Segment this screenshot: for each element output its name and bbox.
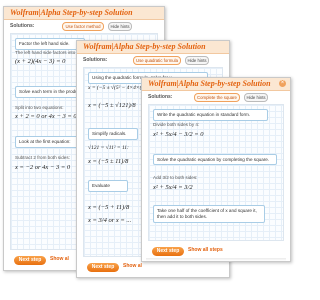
solutions-label: Solutions: <box>83 57 108 63</box>
hint-box: Write the quadratic equation in standard… <box>153 109 268 122</box>
panel-header: Wolfram|Alpha Step-by-step Solution <box>77 41 229 54</box>
hint-box: Factor the left hand side. <box>15 38 85 51</box>
step-math: x² + 5x/4 − 3/2 = 0 <box>153 131 204 138</box>
solutions-label: Solutions: <box>10 23 35 29</box>
step-math: (x + 2)(4x − 3) = 0 <box>15 58 66 65</box>
step-math: x = (−5 ± √121)/8 <box>88 102 136 109</box>
panel-title: Wolfram|Alpha Step-by-step Solution <box>148 79 271 88</box>
panel-header: Wolfram|Alpha Step-by-step Solution × <box>142 78 290 91</box>
step-math: x = 3/4 or x = ... <box>88 217 132 224</box>
close-icon[interactable]: × <box>279 80 286 87</box>
hint-box: Solve the quadratic equation by completi… <box>153 154 277 165</box>
step-math: x² + 5x/4 = 3/2 <box>153 184 193 191</box>
solution-panel-complete-square: Wolfram|Alpha Step-by-step Solution × So… <box>141 77 291 262</box>
solutions-bar: Solutions: Use quadratic formula Hide hi… <box>77 54 229 66</box>
method-select[interactable]: Complete the square <box>194 93 240 102</box>
step-text: Subtract 2 from both sides: <box>15 155 70 160</box>
panel-title: Wolfram|Alpha Step-by-step Solution <box>10 8 133 17</box>
step-math: x + 2 = 0 or 4x − 3 = 0 <box>15 113 77 120</box>
step-text: Divide both sides by 4: <box>153 122 200 127</box>
steps-area: Write the quadratic equation in standard… <box>148 104 284 241</box>
next-step-button[interactable]: Next step <box>87 263 119 272</box>
solutions-bar: Solutions: Use factor method Hide hints <box>4 20 164 32</box>
panel-title: Wolfram|Alpha Step-by-step Solution <box>83 42 206 51</box>
next-step-button[interactable]: Next step <box>152 247 184 256</box>
solutions-label: Solutions: <box>148 94 173 100</box>
step-math: x = (−5 + 11)/8 <box>88 204 130 211</box>
step-math: x = (−5 ± 11)/8 <box>88 158 129 165</box>
step-math: √121 = √11² = 11: <box>88 145 129 151</box>
hint-box: Simplify radicals. <box>88 128 138 141</box>
hint-box: Evaluate <box>88 180 128 193</box>
method-select[interactable]: Use factor method <box>62 22 104 31</box>
next-step-button[interactable]: Next step <box>14 256 46 265</box>
hide-hints-button[interactable]: Hide hints <box>185 56 209 65</box>
show-all-steps-link[interactable]: Show al <box>50 256 69 262</box>
show-all-steps-link[interactable]: Show al <box>123 263 142 269</box>
step-text: The left hand side factors into <box>15 50 76 55</box>
step-text: Split into two equations: <box>15 105 64 110</box>
solutions-bar: Solutions: Complete the square Hide hint… <box>142 91 290 103</box>
hide-hints-button[interactable]: Hide hints <box>244 93 268 102</box>
panel-shadow <box>146 258 286 261</box>
hint-box: Take one half of the coefficient of x an… <box>153 205 265 224</box>
hide-hints-button[interactable]: Hide hints <box>108 22 132 31</box>
step-text: Add 3/2 to both sides: <box>153 175 198 180</box>
method-select[interactable]: Use quadratic formula <box>133 56 181 65</box>
show-all-steps-link[interactable]: Show all steps <box>188 247 223 253</box>
step-math: x = −2 or 4x − 3 = 0 <box>15 164 71 171</box>
panel-header: Wolfram|Alpha Step-by-step Solution <box>4 7 164 20</box>
